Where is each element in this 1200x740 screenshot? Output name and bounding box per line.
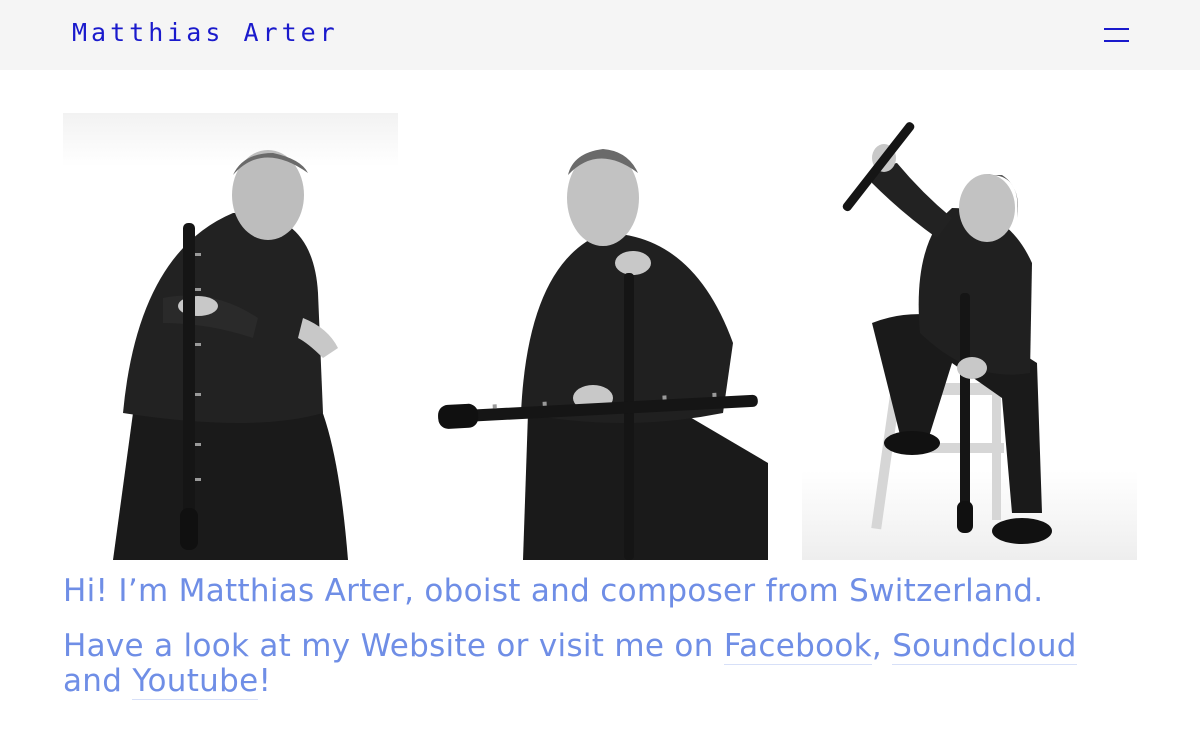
links-separator: , — [871, 628, 893, 664]
photo-oboist-kneeling — [63, 113, 398, 560]
photo-oboist-raising-oboe — [802, 113, 1137, 560]
links-suffix: ! — [258, 663, 272, 699]
menu-line-bottom — [1104, 40, 1129, 42]
site-title-link[interactable]: Matthias Arter — [72, 18, 339, 47]
menu-line-top — [1104, 28, 1129, 30]
social-links-paragraph: Have a look at my Website or visit me on… — [63, 628, 1143, 700]
soundcloud-link[interactable]: Soundcloud — [892, 628, 1077, 665]
links-separator-and: and — [63, 663, 133, 699]
hamburger-menu-icon[interactable] — [1100, 24, 1134, 46]
photo-3-illustration — [802, 113, 1137, 560]
photo-oboist-seated — [433, 113, 768, 560]
site-header: Matthias Arter — [0, 0, 1200, 70]
photo-1-illustration — [63, 113, 398, 560]
intro-text: Hi! I’m Matthias Arter, oboist and compo… — [63, 573, 1044, 609]
photo-2-illustration — [433, 113, 768, 560]
facebook-link[interactable]: Facebook — [723, 628, 872, 665]
youtube-link[interactable]: Youtube — [132, 663, 259, 700]
links-prefix-text: Have a look at my Website or visit me on — [63, 628, 724, 664]
